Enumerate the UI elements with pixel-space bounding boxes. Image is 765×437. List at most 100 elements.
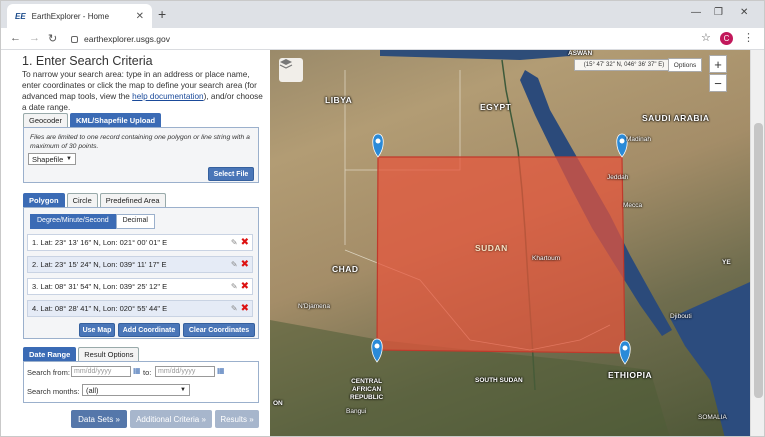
tab-date-range[interactable]: Date Range: [23, 347, 77, 361]
map-view[interactable]: (15° 47' 32" N, 046° 36' 37" E) Options …: [270, 50, 750, 436]
shape-tabs: Polygon Circle Predefined Area: [23, 193, 168, 207]
date-tabs: Date Range Result Options: [23, 347, 141, 361]
tab-kml-shapefile-upload[interactable]: KML/Shapefile Upload: [69, 113, 162, 127]
to-label: to:: [143, 368, 152, 377]
bottom-nav: Data Sets » Additional Criteria » Result…: [11, 410, 269, 436]
delete-x-icon[interactable]: ✖: [241, 237, 249, 248]
upload-tabs: Geocoder KML/Shapefile Upload: [23, 113, 163, 127]
label-ndjamena: N'Djamena: [298, 303, 330, 310]
coordinate-row[interactable]: 3. Lat: 08° 31' 54" N, Lon: 039° 25' 12"…: [27, 278, 253, 295]
label-chad: CHAD: [332, 264, 359, 274]
tab-strip: EE EarthExplorer - Home ✕ + — ❐ ✕: [1, 1, 764, 28]
edit-pencil-icon[interactable]: ✎: [231, 282, 238, 291]
back-icon[interactable]: ←: [10, 32, 21, 44]
omnibox[interactable]: earthexplorer.usgs.gov: [71, 31, 661, 47]
tab-circle[interactable]: Circle: [66, 193, 98, 207]
cursor-coordinates: (15° 47' 32" N, 046° 36' 37" E): [574, 59, 674, 71]
intro-text: To narrow your search area: type in an a…: [22, 69, 267, 113]
results-button[interactable]: Results »: [215, 410, 259, 428]
date-range-box: Search from: mm/dd/yyyy ▦ to: mm/dd/yyyy…: [23, 361, 259, 403]
coordinate-row[interactable]: 2. Lat: 23° 15' 24" N, Lon: 039° 11' 17"…: [27, 256, 253, 273]
address-bar: ← → ↻ earthexplorer.usgs.gov ☆ C ⋮: [1, 28, 764, 50]
close-window-icon[interactable]: ✕: [740, 7, 748, 18]
help-documentation-link[interactable]: help documentation: [132, 92, 203, 101]
edit-pencil-icon[interactable]: ✎: [231, 238, 238, 247]
label-khartoum: Khartoum: [532, 255, 561, 262]
forward-icon[interactable]: →: [29, 32, 40, 44]
zoom-in-button[interactable]: +: [709, 55, 727, 73]
tab-polygon[interactable]: Polygon: [23, 193, 65, 207]
map-options-button[interactable]: Options: [668, 58, 702, 72]
upload-note: Files are limited to one record containi…: [30, 134, 250, 150]
label-ethiopia: ETHIOPIA: [608, 370, 653, 380]
months-value: (all): [86, 385, 99, 395]
tab-geocoder[interactable]: Geocoder: [23, 113, 68, 127]
format-tabs: Degree/Minute/Second Decimal: [30, 214, 248, 229]
label-bangui: Bangui: [346, 408, 367, 415]
data-sets-button[interactable]: Data Sets »: [71, 410, 127, 428]
page-title: 1. Enter Search Criteria: [22, 54, 153, 68]
label-somalia: SOMALIA: [698, 414, 727, 421]
restore-icon[interactable]: ❐: [714, 7, 723, 18]
new-tab-icon[interactable]: +: [158, 6, 166, 22]
zoom-out-button[interactable]: −: [709, 74, 727, 92]
coordinate-row[interactable]: 1. Lat: 23° 13' 16" N, Lon: 021° 00' 01"…: [27, 234, 253, 251]
search-months-label: Search months:: [27, 387, 80, 396]
reload-icon[interactable]: ↻: [48, 32, 57, 45]
label-south-sudan: SOUTH SUDAN: [475, 377, 523, 384]
label-central-african-republic: CENTRAL AFRICAN REPUBLIC: [350, 378, 384, 401]
calendar-icon[interactable]: ▦: [217, 366, 225, 375]
coordinate-text: 1. Lat: 23° 13' 16" N, Lon: 021° 00' 01"…: [32, 238, 168, 247]
minimize-icon[interactable]: —: [691, 7, 701, 18]
date-from-input[interactable]: mm/dd/yyyy: [71, 366, 131, 377]
label-egypt: EGYPT: [480, 102, 512, 112]
use-map-button[interactable]: Use Map: [79, 323, 115, 337]
search-from-label: Search from:: [27, 368, 70, 377]
search-months-select[interactable]: (all) ▼: [82, 384, 190, 396]
profile-avatar[interactable]: C: [720, 32, 733, 45]
dropdown-arrow-icon: ▼: [66, 156, 72, 162]
edit-pencil-icon[interactable]: ✎: [231, 304, 238, 313]
map-pin-1[interactable]: [372, 133, 384, 158]
delete-x-icon[interactable]: ✖: [241, 303, 249, 314]
clear-coordinates-button[interactable]: Clear Coordinates: [183, 323, 255, 337]
delete-x-icon[interactable]: ✖: [241, 259, 249, 270]
label-jeddah: Jeddah: [607, 174, 629, 181]
label-sudan: SUDAN: [475, 243, 508, 253]
earthexplorer-favicon-icon: EE: [15, 11, 26, 21]
browser-window: EE EarthExplorer - Home ✕ + — ❐ ✕ ← → ↻ …: [0, 0, 765, 437]
tab-result-options[interactable]: Result Options: [78, 347, 140, 361]
layers-icon[interactable]: [279, 58, 303, 82]
url-text: earthexplorer.usgs.gov: [84, 34, 170, 44]
coordinate-row[interactable]: 4. Lat: 08° 28' 41" N, Lon: 020° 55' 44"…: [27, 300, 253, 317]
mediterranean: [380, 50, 570, 60]
search-criteria-panel: 1. Enter Search Criteria To narrow your …: [11, 50, 269, 436]
file-type-select[interactable]: Shapefile ▼: [28, 153, 76, 165]
bookmark-star-icon[interactable]: ☆: [701, 31, 711, 44]
tab-predefined-area[interactable]: Predefined Area: [99, 193, 166, 207]
label-aswan: ASWAN: [568, 50, 593, 57]
tab-title: EarthExplorer - Home: [31, 11, 110, 21]
browser-tab[interactable]: EE EarthExplorer - Home ✕: [7, 4, 152, 28]
edit-pencil-icon[interactable]: ✎: [231, 260, 238, 269]
additional-criteria-button[interactable]: Additional Criteria »: [130, 410, 212, 428]
file-type-value: Shapefile: [32, 154, 64, 164]
tab-decimal[interactable]: Decimal: [115, 214, 155, 229]
page-scrollbar[interactable]: [750, 50, 764, 436]
coordinate-text: 3. Lat: 08° 31' 54" N, Lon: 039° 25' 12"…: [32, 282, 168, 291]
browser-menu-icon[interactable]: ⋮: [743, 31, 754, 44]
delete-x-icon[interactable]: ✖: [241, 281, 249, 292]
calendar-icon[interactable]: ▦: [133, 366, 141, 375]
tab-close-icon[interactable]: ✕: [136, 11, 144, 22]
area-of-interest-polygon[interactable]: [376, 156, 626, 354]
map-pin-3[interactable]: [619, 340, 631, 365]
tab-degree-minute-second[interactable]: Degree/Minute/Second: [30, 214, 116, 229]
scrollbar-thumb[interactable]: [754, 123, 763, 398]
date-to-input[interactable]: mm/dd/yyyy: [155, 366, 215, 377]
select-file-button[interactable]: Select File: [208, 167, 254, 181]
dropdown-arrow-icon: ▼: [180, 387, 186, 393]
add-coordinate-button[interactable]: Add Coordinate: [118, 323, 180, 337]
label-madinah: Madinah: [626, 136, 651, 143]
label-mecca: Mecca: [623, 202, 643, 209]
coordinate-text: 2. Lat: 23° 15' 24" N, Lon: 039° 11' 17"…: [32, 260, 167, 269]
